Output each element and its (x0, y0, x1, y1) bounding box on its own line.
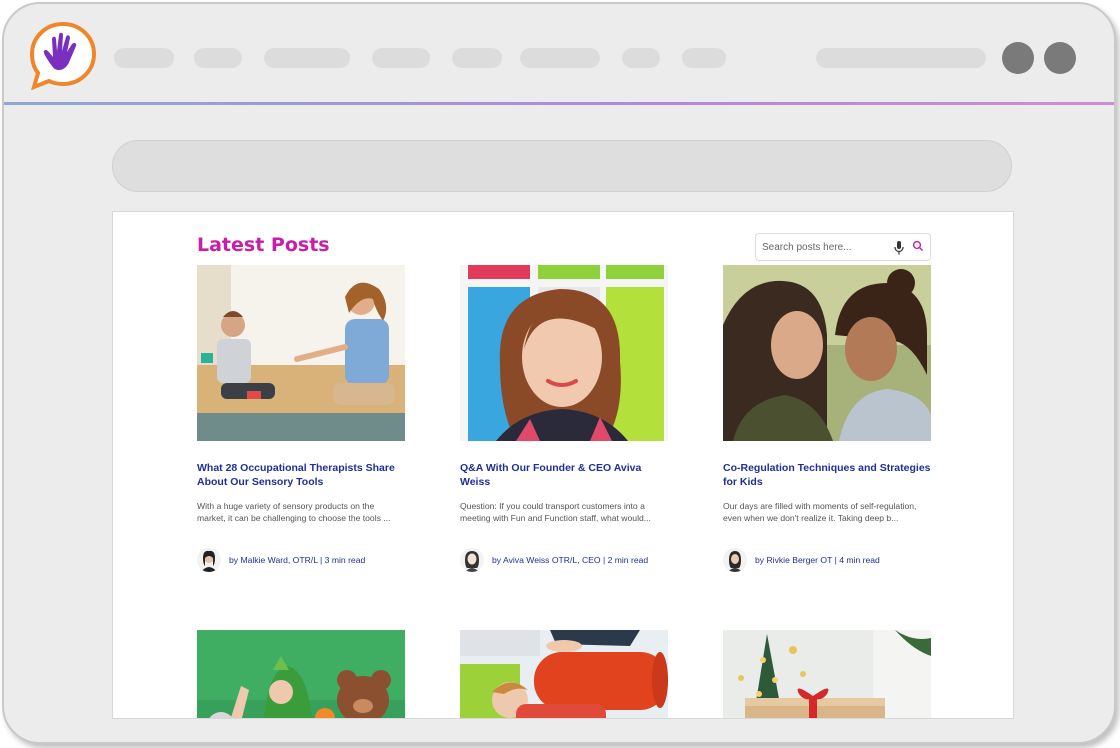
post-card[interactable]: What 28 Occupational Therapists Share Ab… (197, 265, 405, 572)
nav-placeholder[interactable] (520, 48, 600, 68)
nav-placeholder[interactable] (452, 48, 502, 68)
post-thumbnail[interactable] (723, 265, 931, 441)
post-thumbnail[interactable] (460, 630, 668, 719)
hand-speech-bubble-icon[interactable] (28, 20, 98, 90)
gradient-divider (4, 102, 1114, 105)
byline-text[interactable]: by Rivkie Berger OT | 4 min read (755, 555, 880, 565)
address-bar[interactable] (112, 140, 1012, 192)
microphone-icon[interactable] (894, 241, 904, 255)
avatar (460, 548, 484, 572)
page-title: Latest Posts (197, 234, 330, 256)
byline-text[interactable]: by Aviva Weiss OTR/L, CEO | 2 min read (492, 555, 648, 565)
browser-frame: Latest Posts Search posts here... What 2… (2, 2, 1116, 744)
post-title[interactable]: Co-Regulation Techniques and Strategies … (723, 461, 931, 489)
browser-topbar (4, 4, 1114, 102)
post-title[interactable]: What 28 Occupational Therapists Share Ab… (197, 461, 405, 489)
window-control-dot[interactable] (1002, 42, 1034, 74)
window-control-dot[interactable] (1044, 42, 1076, 74)
post-excerpt: With a huge variety of sensory products … (197, 501, 391, 523)
post-thumbnail[interactable] (723, 630, 931, 719)
post-excerpt: Question: If you could transport custome… (460, 501, 651, 523)
post-thumbnail[interactable] (197, 265, 405, 441)
nav-placeholder[interactable] (194, 48, 242, 68)
search-icon[interactable] (912, 240, 924, 252)
post-card[interactable]: Co-Regulation Techniques and Strategies … (723, 265, 931, 572)
nav-placeholder[interactable] (682, 48, 726, 68)
post-excerpt: Our days are filled with moments of self… (723, 501, 917, 523)
nav-placeholder[interactable] (372, 48, 430, 68)
avatar (197, 548, 221, 572)
avatar (723, 548, 747, 572)
post-title[interactable]: Q&A With Our Founder & CEO Aviva Weiss (460, 461, 668, 489)
post-thumbnail[interactable] (197, 630, 405, 719)
post-thumbnail[interactable] (460, 265, 668, 441)
nav-placeholder[interactable] (622, 48, 660, 68)
search-input[interactable] (762, 238, 890, 256)
post-byline: by Rivkie Berger OT | 4 min read (723, 547, 943, 573)
post-byline: by Aviva Weiss OTR/L, CEO | 2 min read (460, 547, 680, 573)
nav-placeholder[interactable] (114, 48, 174, 68)
search-box[interactable] (755, 233, 931, 261)
page-viewport: Latest Posts Search posts here... What 2… (112, 211, 1014, 719)
nav-placeholder[interactable] (816, 48, 986, 68)
nav-placeholder[interactable] (264, 48, 350, 68)
post-card[interactable]: Q&A With Our Founder & CEO Aviva Weiss Q… (460, 265, 668, 572)
byline-text[interactable]: by Malkie Ward, OTR/L | 3 min read (229, 555, 365, 565)
post-byline: by Malkie Ward, OTR/L | 3 min read (197, 547, 417, 573)
